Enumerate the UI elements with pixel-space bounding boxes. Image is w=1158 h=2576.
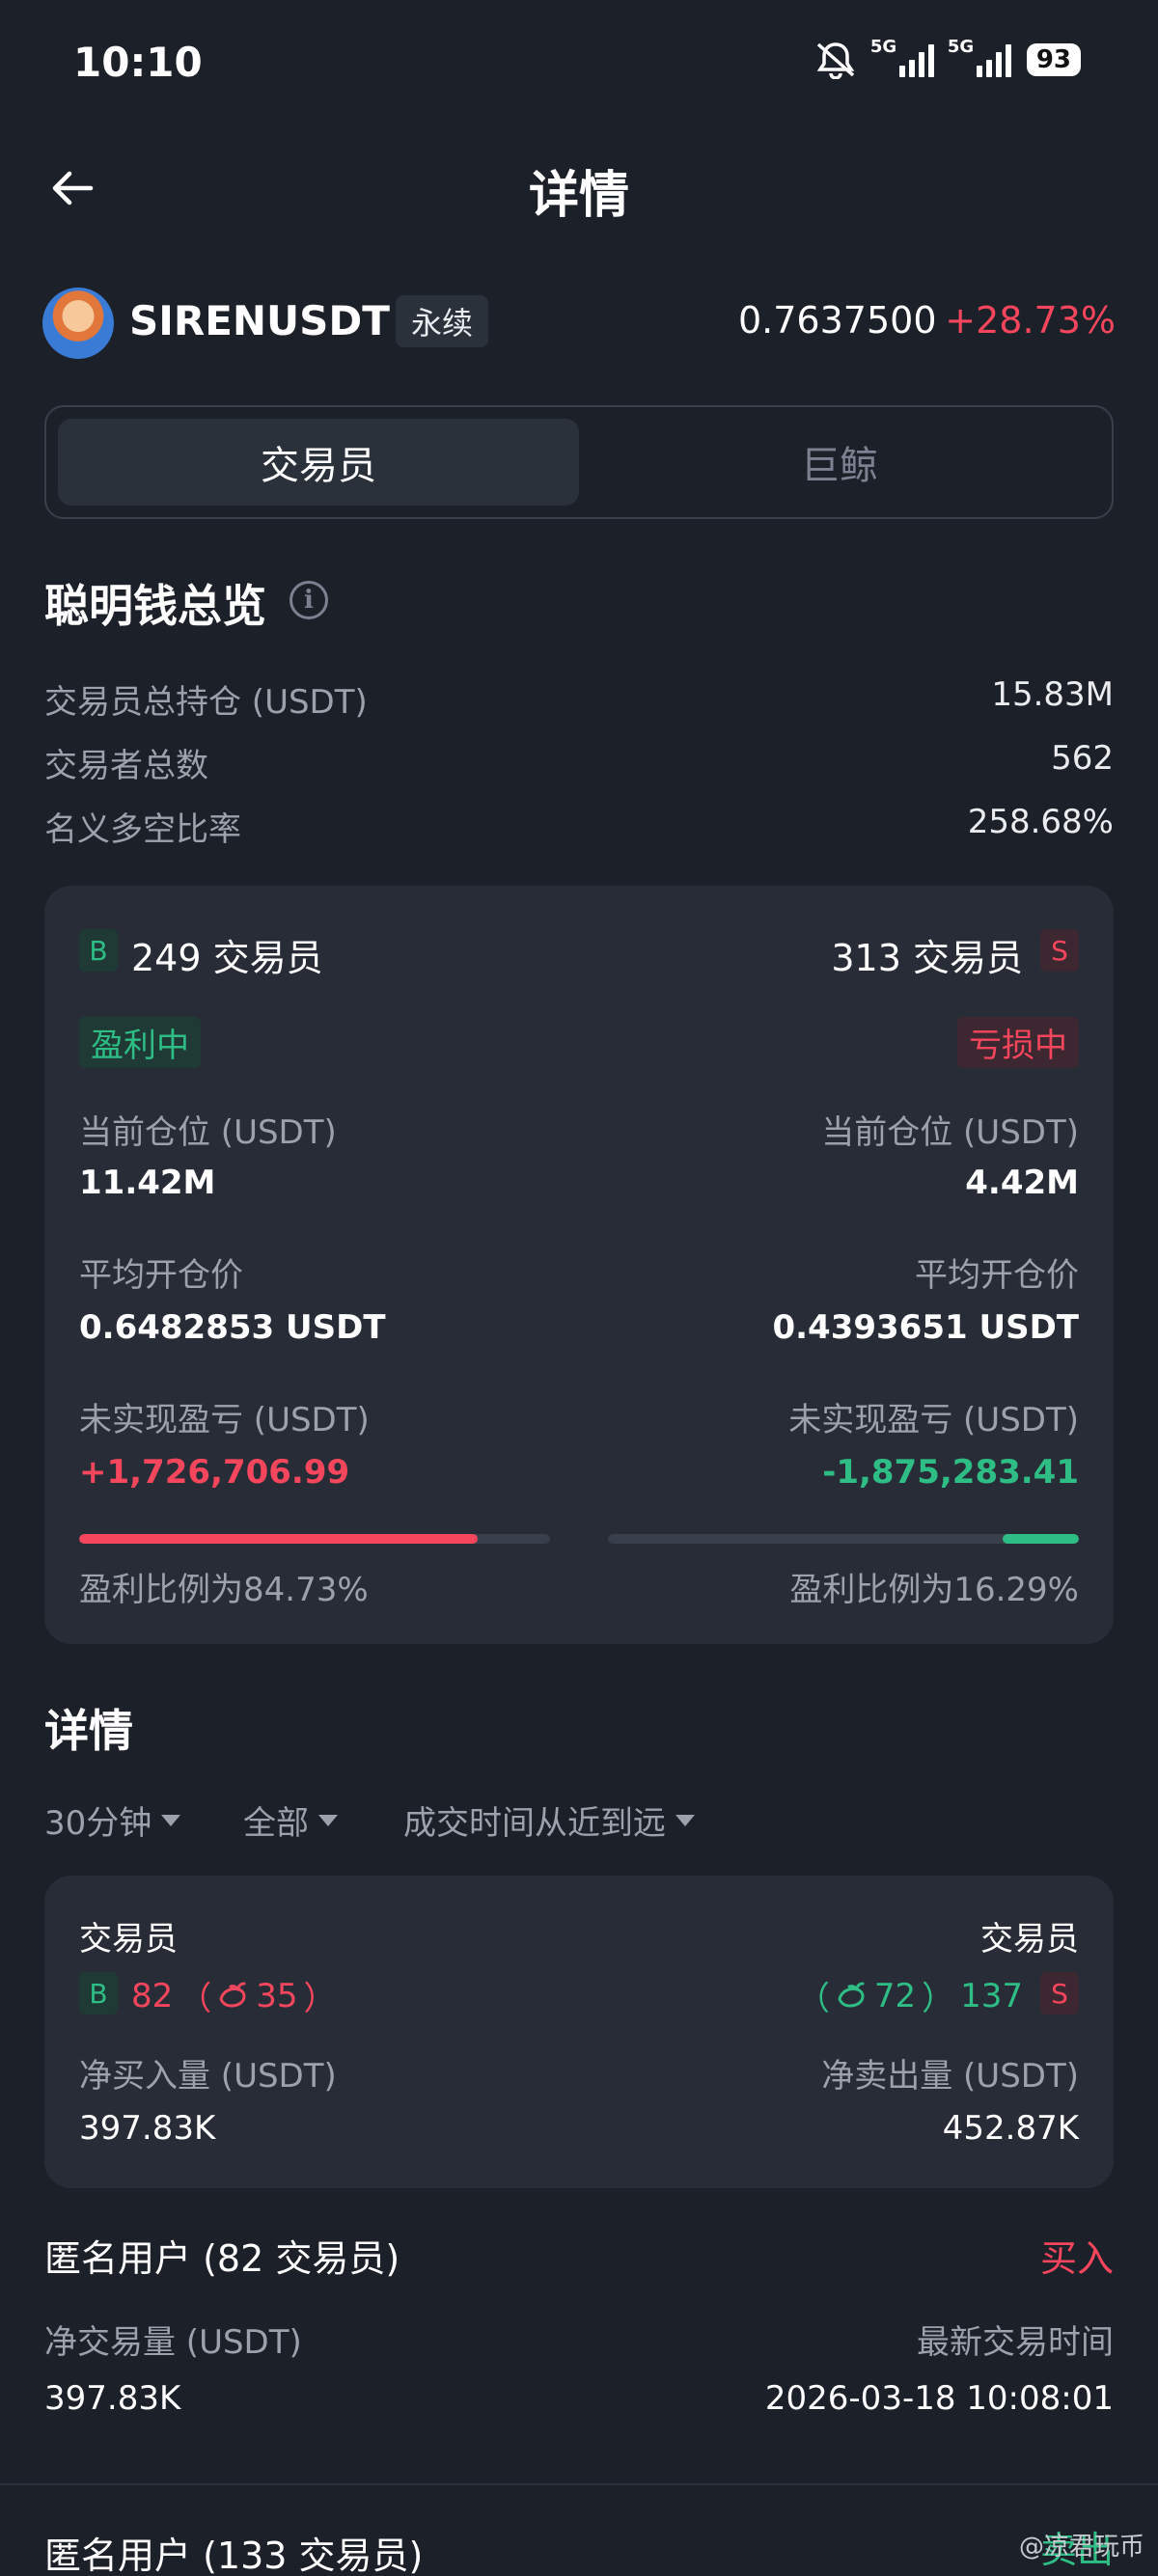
short-profit-bar: [608, 1534, 1079, 1544]
buy-traders-header: 交易员: [79, 1920, 178, 1959]
overview-title: 聪明钱总览: [44, 580, 266, 632]
long-status-badge: 盈利中: [79, 1017, 201, 1068]
long-profit-bar-fill: [79, 1534, 479, 1544]
info-icon[interactable]: i: [290, 581, 328, 619]
overview-label-ratio: 名义多空比率: [44, 810, 241, 849]
long-avg-label: 平均开仓价: [79, 1256, 243, 1295]
whale-icon: [838, 1982, 865, 2008]
long-pnl-value: +1,726,706.99: [79, 1453, 350, 1492]
tab-whales[interactable]: 巨鲸: [579, 419, 1100, 506]
net-buy-value: 397.83K: [79, 2109, 216, 2148]
sell-badge: S: [1040, 929, 1079, 972]
chevron-down-icon: [676, 1814, 695, 1826]
short-ratio-label: 盈利比例为16.29%: [789, 1571, 1079, 1609]
contract-type-badge: 永续: [396, 295, 489, 347]
status-time: 10:10: [73, 39, 203, 86]
short-position-value: 4.42M: [965, 1164, 1079, 1202]
long-ratio-label: 盈利比例为84.73%: [79, 1571, 369, 1609]
buy-badge-2: B: [79, 1972, 118, 2014]
price-change: +28.73%: [945, 299, 1116, 342]
overview-label-position: 交易员总持仓 (USDT): [44, 683, 368, 722]
divider: [0, 2483, 1158, 2485]
page: 10:10 5G 5G 93 详情 SIRENUSDT 永续 0.7637500: [0, 0, 1158, 2576]
filter-sort-label: 成交时间从近到远: [403, 1804, 666, 1843]
tab-traders[interactable]: 交易员: [58, 419, 579, 506]
list-item-vol-label: 净交易量 (USDT): [44, 2323, 302, 2362]
list-item-time-label: 最新交易时间: [917, 2323, 1114, 2362]
long-traders: 249 交易员: [131, 937, 323, 979]
net-buy-label: 净买入量 (USDT): [79, 2057, 337, 2096]
filter-timeframe-label: 30分钟: [44, 1804, 152, 1843]
list-item-name[interactable]: 匿名用户 (82 交易员): [44, 2229, 400, 2282]
sell-trader-count: 137: [960, 1976, 1023, 2015]
overview-value-ratio: 258.68%: [967, 803, 1114, 841]
signal-icon: 5G: [870, 37, 934, 77]
signal-icon-2: 5G: [948, 37, 1011, 77]
net-sell-value: 452.87K: [942, 2109, 1079, 2148]
list-item-vol: 397.83K: [44, 2379, 181, 2418]
sell-badge-2: S: [1040, 1972, 1079, 2014]
chevron-down-icon: [161, 1814, 181, 1826]
symbol-name[interactable]: SIRENUSDT: [129, 297, 390, 344]
overview-value-position: 15.83M: [991, 675, 1114, 714]
list-item-name-2[interactable]: 匿名用户 (133 交易员): [44, 2526, 423, 2576]
sell-trader-counts: （ 72 ） 137: [796, 1976, 1023, 2019]
buy-whale-count: 35: [256, 1976, 298, 2015]
short-status-badge: 亏损中: [957, 1017, 1079, 1068]
watermark-text: @凉君玩币: [1018, 2533, 1144, 2562]
details-title: 详情: [44, 1705, 133, 1757]
mute-icon: [816, 42, 855, 79]
overview-label-count: 交易者总数: [44, 747, 208, 785]
buy-trader-counts: 82 （ 35 ）: [131, 1976, 337, 2019]
battery-indicator: 93: [1026, 43, 1081, 76]
long-pnl-label: 未实现盈亏 (USDT): [79, 1401, 370, 1439]
filter-side[interactable]: 全部: [243, 1796, 338, 1844]
whale-icon: [219, 1982, 246, 2008]
token-avatar: [42, 288, 114, 359]
long-profit-bar: [79, 1534, 550, 1544]
long-position-label: 当前仓位 (USDT): [79, 1113, 337, 1152]
short-profit-bar-fill: [1002, 1534, 1079, 1544]
long-position-value: 11.42M: [79, 1164, 216, 1202]
short-position-label: 当前仓位 (USDT): [821, 1113, 1079, 1152]
filter-timeframe[interactable]: 30分钟: [44, 1796, 181, 1844]
list-item-time: 2026-03-18 10:08:01: [764, 2379, 1114, 2418]
buy-badge: B: [79, 929, 118, 972]
sell-whale-count: 72: [873, 1976, 917, 2015]
overview-value-count: 562: [1051, 739, 1114, 778]
list-item-side: 买入: [1039, 2237, 1114, 2280]
short-avg-label: 平均开仓价: [915, 1256, 1079, 1295]
buy-trader-count: 82: [131, 1976, 174, 2015]
chevron-down-icon: [318, 1814, 338, 1826]
filter-side-label: 全部: [243, 1804, 309, 1843]
watermark: @凉君玩币: [1019, 2527, 1144, 2562]
short-pnl-label: 未实现盈亏 (USDT): [788, 1401, 1079, 1439]
page-title: 详情: [528, 167, 629, 225]
last-price: 0.7637500: [738, 299, 937, 342]
filter-sort[interactable]: 成交时间从近到远: [403, 1796, 695, 1844]
long-avg-value: 0.6482853 USDT: [79, 1308, 386, 1347]
short-pnl-value: -1,875,283.41: [822, 1453, 1079, 1492]
net-sell-label: 净卖出量 (USDT): [821, 2057, 1079, 2096]
sell-traders-header: 交易员: [980, 1920, 1079, 1959]
short-avg-value: 0.4393651 USDT: [772, 1308, 1079, 1347]
short-traders: 313 交易员: [831, 937, 1023, 979]
status-icons: 5G 5G 93: [814, 37, 1081, 79]
